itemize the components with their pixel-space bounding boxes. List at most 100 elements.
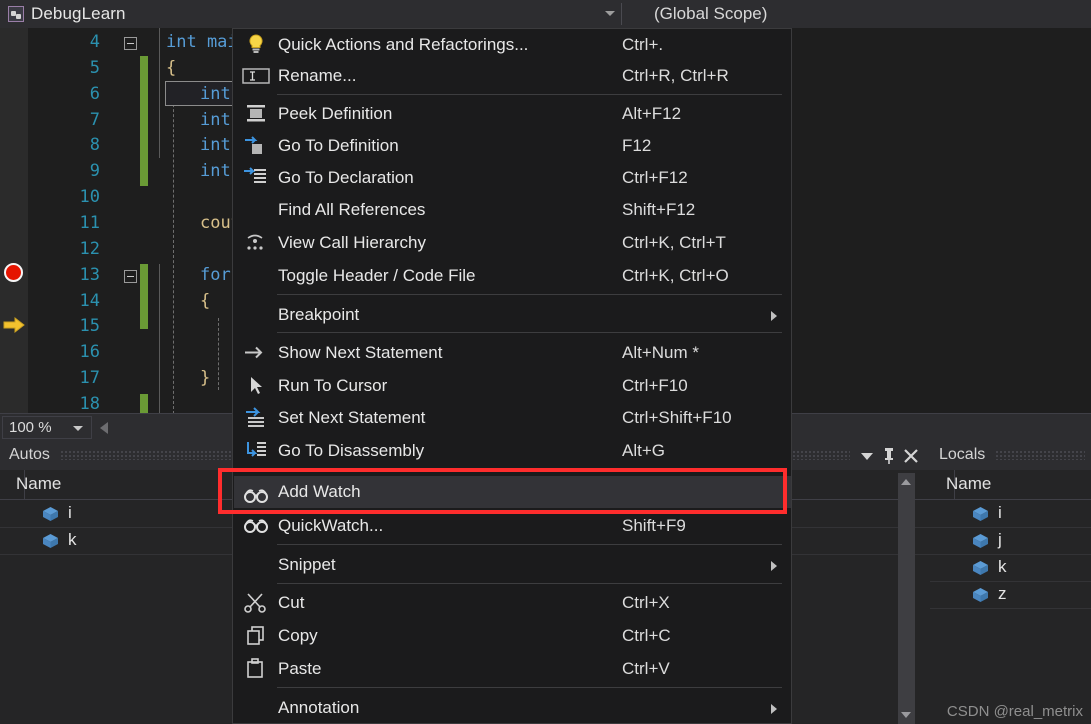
horizontal-scroll-left-arrow[interactable]	[100, 422, 108, 434]
variable-name: j	[998, 530, 1002, 549]
code-token: int	[200, 110, 231, 130]
table-row[interactable]: i	[930, 501, 1091, 528]
menu-item-shortcut: Ctrl+C	[622, 625, 671, 645]
column-header-name[interactable]: Name	[16, 474, 61, 494]
menu-item-add-watch[interactable]: Add Watch	[234, 476, 791, 508]
variable-name: k	[998, 557, 1007, 576]
menu-item-shortcut: F12	[622, 135, 652, 155]
menu-item-shortcut: Alt+F12	[622, 103, 682, 123]
menu-item-label: Find All References	[278, 199, 426, 219]
menu-item-run-to-cursor[interactable]: Run To Cursor Ctrl+F10	[234, 372, 791, 399]
drag-handle[interactable]	[995, 450, 1085, 460]
call-hierarchy-icon	[234, 229, 278, 256]
variable-icon	[972, 533, 989, 549]
menu-item-find-all-references[interactable]: Find All References Shift+F12	[234, 196, 791, 223]
menu-item-copy[interactable]: Copy Ctrl+C	[234, 622, 791, 649]
menu-item-label: Go To Disassembly	[278, 440, 425, 460]
menu-separator	[277, 687, 782, 688]
table-row[interactable]: z	[930, 582, 1091, 609]
line-number: 14	[79, 291, 100, 311]
scroll-down-arrow-icon[interactable]	[901, 712, 911, 718]
divider	[621, 3, 622, 25]
menu-item-toggle-header-code-file[interactable]: Toggle Header / Code File Ctrl+K, Ctrl+O	[234, 262, 791, 289]
menu-item-paste[interactable]: Paste Ctrl+V	[234, 655, 791, 682]
pin-icon[interactable]	[878, 442, 900, 468]
menu-item-shortcut: Alt+Num *	[622, 342, 699, 362]
editor-navigation-bar: DebugLearn (Global Scope)	[0, 0, 1091, 28]
no-icon	[234, 551, 278, 578]
menu-item-label: Breakpoint	[278, 304, 360, 324]
variable-name: k	[68, 530, 77, 549]
project-name-label[interactable]: DebugLearn	[31, 4, 126, 24]
line-number: 7	[89, 110, 100, 130]
indent-guide	[159, 264, 160, 414]
menu-item-label: Snippet	[278, 554, 336, 574]
menu-item-go-to-disassembly[interactable]: Go To Disassembly Alt+G	[234, 437, 791, 464]
no-icon	[234, 694, 278, 721]
code-token: int	[200, 161, 231, 181]
table-row[interactable]: k	[930, 555, 1091, 582]
menu-item-shortcut: Ctrl+F10	[622, 375, 688, 395]
copy-icon	[234, 622, 278, 649]
fold-toggle-icon[interactable]	[124, 270, 137, 283]
menu-item-annotation[interactable]: Annotation	[234, 694, 791, 721]
menu-separator	[277, 332, 782, 333]
menu-item-quickwatch[interactable]: QuickWatch... Shift+F9	[234, 512, 791, 539]
menu-item-shortcut: Ctrl+V	[622, 658, 670, 678]
menu-item-label: Run To Cursor	[278, 375, 388, 395]
menu-item-label: Paste	[278, 658, 322, 678]
chevron-down-icon[interactable]	[856, 442, 878, 468]
table-row[interactable]: j	[930, 528, 1091, 555]
chevron-down-icon[interactable]	[605, 11, 615, 16]
go-to-declaration-icon	[234, 164, 278, 191]
submenu-arrow-icon	[771, 561, 777, 571]
variable-name: i	[998, 503, 1002, 522]
glyph-margin[interactable]	[0, 28, 28, 413]
scope-selector-label[interactable]: (Global Scope)	[654, 4, 767, 24]
zoom-level-selector[interactable]: 100 %	[2, 416, 92, 439]
code-token: {	[200, 291, 211, 311]
menu-item-show-next-statement[interactable]: Show Next Statement Alt+Num *	[234, 339, 791, 366]
autos-vertical-scrollbar[interactable]	[898, 473, 915, 724]
menu-item-breakpoint[interactable]: Breakpoint	[234, 301, 791, 328]
menu-item-quick-actions[interactable]: Quick Actions and Refactorings... Ctrl+.	[234, 31, 791, 58]
code-token: for	[200, 265, 231, 285]
menu-item-set-next-statement[interactable]: Set Next Statement Ctrl+Shift+F10	[234, 404, 791, 431]
submenu-arrow-icon	[771, 704, 777, 714]
set-next-statement-icon	[234, 404, 278, 431]
menu-item-label: QuickWatch...	[278, 515, 384, 535]
go-to-definition-icon	[234, 132, 278, 159]
editor-context-menu[interactable]: Quick Actions and Refactorings... Ctrl+.…	[232, 28, 792, 724]
menu-item-shortcut: Ctrl+F12	[622, 167, 688, 187]
change-bar	[140, 264, 148, 329]
menu-item-rename[interactable]: Rename... Ctrl+R, Ctrl+R	[234, 62, 791, 89]
arrow-right-icon	[234, 339, 278, 366]
watch-glasses-icon	[234, 512, 278, 539]
fold-toggle-icon[interactable]	[124, 37, 137, 50]
close-icon[interactable]	[900, 442, 922, 468]
menu-item-label: Cut	[278, 592, 305, 612]
variable-icon	[42, 533, 59, 549]
menu-item-snippet[interactable]: Snippet	[234, 551, 791, 578]
menu-item-view-call-hierarchy[interactable]: View Call Hierarchy Ctrl+K, Ctrl+T	[234, 229, 791, 256]
menu-item-cut[interactable]: Cut Ctrl+X	[234, 589, 791, 616]
menu-item-shortcut: Shift+F9	[622, 515, 686, 535]
visual-studio-window: DebugLearn (Global Scope) 4 5 6 7 8 9 10…	[0, 0, 1091, 724]
scroll-up-arrow-icon[interactable]	[901, 479, 911, 485]
indent-guide	[218, 318, 219, 390]
line-number: 11	[79, 213, 100, 233]
breakpoint-icon[interactable]	[4, 263, 23, 282]
watermark-label: CSDN @real_metrix	[946, 703, 1083, 720]
menu-item-go-to-declaration[interactable]: Go To Declaration Ctrl+F12	[234, 164, 791, 191]
line-number: 5	[89, 58, 100, 78]
no-icon	[234, 196, 278, 223]
variable-icon	[972, 506, 989, 522]
menu-item-peek-definition[interactable]: Peek Definition Alt+F12	[234, 100, 791, 127]
line-number: 18	[79, 394, 100, 414]
menu-separator	[277, 544, 782, 545]
menu-item-shortcut: Ctrl+R, Ctrl+R	[622, 65, 729, 85]
indent-guide	[159, 28, 160, 158]
menu-item-go-to-definition[interactable]: Go To Definition F12	[234, 132, 791, 159]
column-header-name[interactable]: Name	[946, 474, 991, 494]
variable-name: z	[998, 584, 1007, 603]
